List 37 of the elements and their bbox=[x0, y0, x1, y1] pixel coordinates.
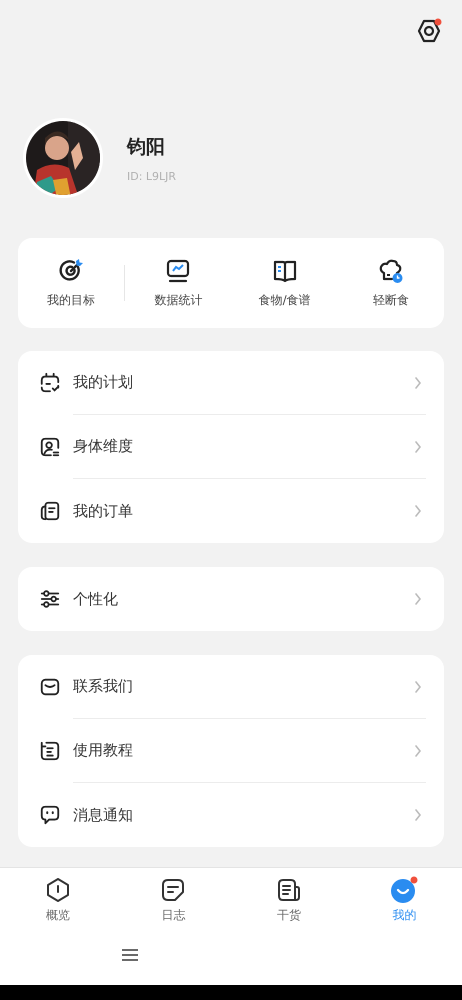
shortcut-label[interactable]: 食物/食谱 bbox=[258, 292, 311, 308]
menu-item[interactable]: 我的计划 bbox=[73, 373, 133, 392]
menu-item[interactable]: 使用教程 bbox=[73, 741, 133, 760]
shortcut-label[interactable]: 我的目标 bbox=[47, 292, 96, 308]
tab[interactable]: 干货 bbox=[231, 876, 346, 924]
person-card-icon[interactable] bbox=[39, 436, 61, 458]
chevron-icon bbox=[414, 593, 422, 605]
menu-item[interactable]: 消息通知 bbox=[73, 806, 133, 824]
mail-icon[interactable] bbox=[39, 676, 61, 698]
chef-hat-icon[interactable] bbox=[378, 258, 404, 284]
sliders-icon[interactable] bbox=[39, 588, 61, 610]
tab[interactable]: 概览 bbox=[0, 876, 116, 924]
user-id: ID: L9LJR bbox=[127, 170, 176, 182]
smile-icon bbox=[390, 876, 418, 904]
chat-icon[interactable] bbox=[39, 804, 61, 826]
menu-item[interactable]: 联系我们 bbox=[73, 677, 133, 696]
user-name: 钧阳 bbox=[127, 134, 165, 160]
settings-icon[interactable] bbox=[416, 18, 442, 44]
tab[interactable]: 日志 bbox=[116, 876, 231, 924]
calendar-icon[interactable] bbox=[39, 372, 61, 394]
chevron-icon bbox=[414, 744, 422, 756]
document-icon[interactable] bbox=[39, 500, 61, 522]
tab[interactable]: 我的 bbox=[346, 876, 462, 924]
chevron-icon bbox=[414, 376, 422, 388]
chevron-icon bbox=[414, 440, 422, 452]
chart-icon[interactable] bbox=[165, 258, 192, 284]
shortcut-label[interactable]: 数据统计 bbox=[154, 292, 202, 308]
list-icon[interactable] bbox=[39, 740, 61, 762]
target-icon[interactable] bbox=[58, 258, 84, 284]
chevron-icon bbox=[414, 505, 422, 517]
menu-item[interactable]: 我的订单 bbox=[73, 502, 133, 520]
menu-item[interactable]: 个性化 bbox=[73, 590, 118, 608]
menu-icon[interactable] bbox=[121, 948, 139, 962]
menu-item[interactable]: 身体维度 bbox=[73, 437, 133, 456]
shortcut-label[interactable]: 轻断食 bbox=[372, 292, 409, 308]
chevron-icon bbox=[414, 809, 422, 821]
chevron-icon bbox=[414, 680, 422, 692]
